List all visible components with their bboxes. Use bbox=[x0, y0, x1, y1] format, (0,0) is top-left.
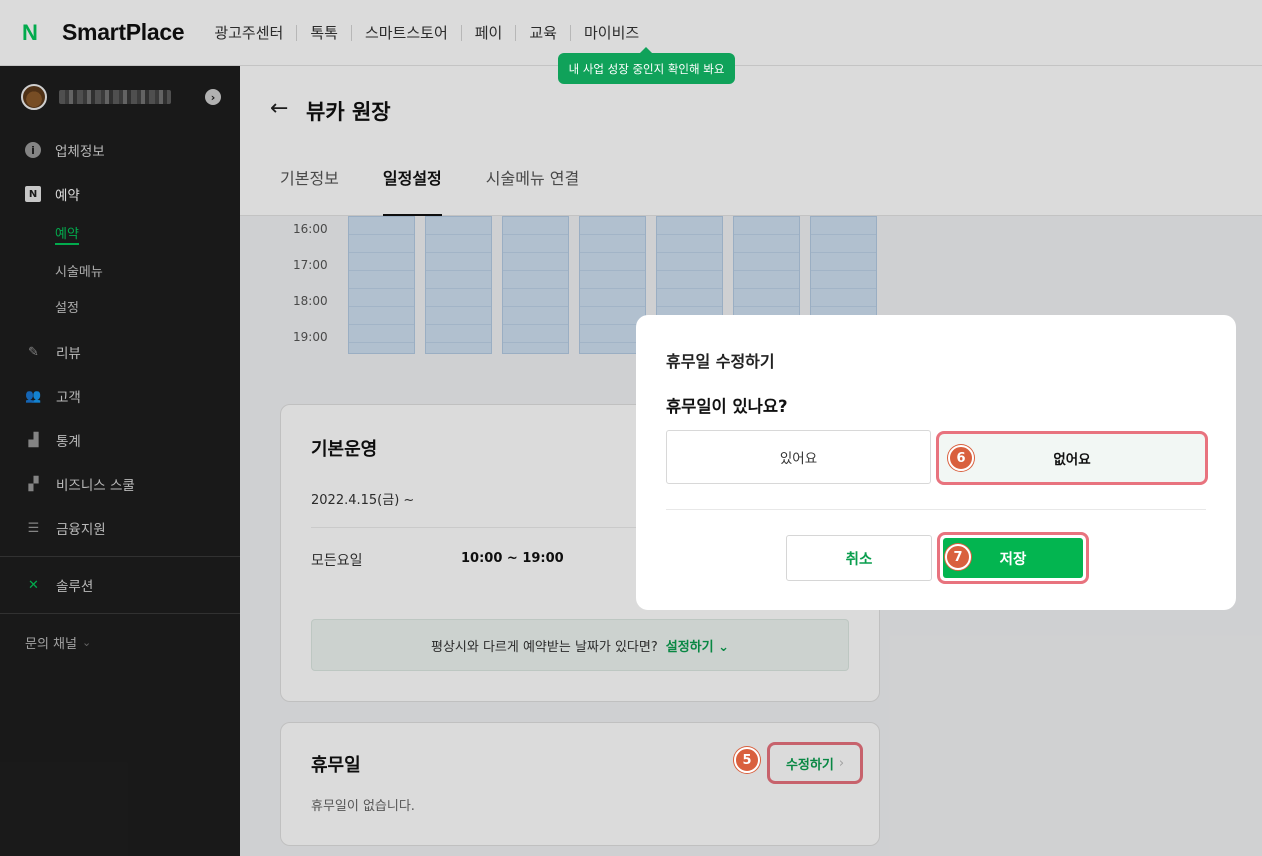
modal-divider bbox=[666, 509, 1206, 510]
modal-question: 휴무일이 있나요? bbox=[666, 397, 788, 416]
mybiz-tooltip: 내 사업 성장 중인지 확인해 봐요 bbox=[558, 47, 735, 84]
step-badge-6: 6 bbox=[948, 445, 974, 471]
option-no-button[interactable]: 없어요 bbox=[936, 431, 1208, 485]
step-badge-7: 7 bbox=[945, 544, 971, 570]
modal-title: 휴무일 수정하기 bbox=[666, 352, 775, 371]
step-badge-5: 5 bbox=[734, 747, 760, 773]
option-yes-button[interactable]: 있어요 bbox=[666, 430, 931, 484]
cancel-button[interactable]: 취소 bbox=[786, 535, 932, 581]
holiday-edit-modal: 휴무일 수정하기 휴무일이 있나요? 있어요 없어요 취소 저장 6 7 bbox=[636, 315, 1236, 610]
